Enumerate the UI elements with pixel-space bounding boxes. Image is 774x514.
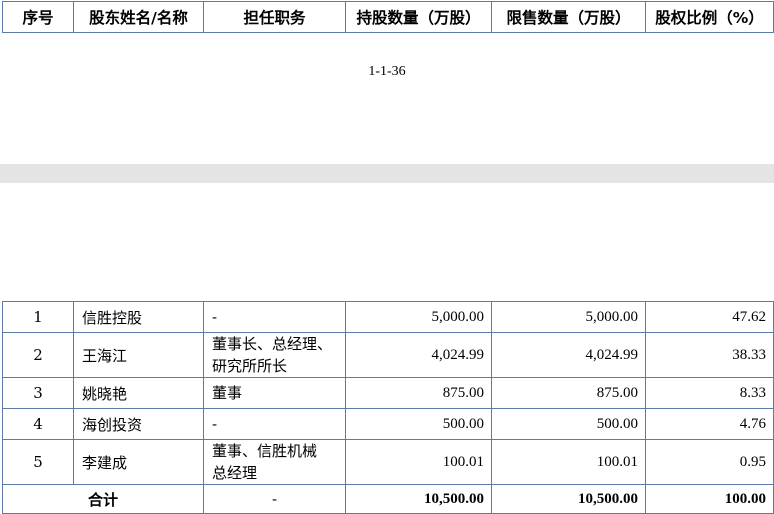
table-row: 5 李建成 董事、信胜机械 总经理 100.01 100.01 0.95 (2, 439, 774, 485)
row-position: 董事 (203, 377, 346, 409)
column-header-shares: 持股数量（万股） (345, 1, 492, 33)
total-restricted: 10,500.00 (491, 484, 646, 514)
total-shares: 10,500.00 (345, 484, 492, 514)
table-row: 4 海创投资 - 500.00 500.00 4.76 (2, 408, 774, 440)
position-line: 董事长、总经理、 (212, 335, 333, 353)
row-restricted: 4,024.99 (491, 332, 646, 378)
row-restricted: 875.00 (491, 377, 646, 409)
row-restricted: 100.01 (491, 439, 646, 485)
total-ratio: 100.00 (645, 484, 774, 514)
row-ratio: 4.76 (645, 408, 774, 440)
position-line: - (212, 415, 218, 433)
shareholder-table: 1 信胜控股 - 5,000.00 5,000.00 47.62 2 王海江 董… (2, 301, 774, 514)
column-header-ratio: 股权比例（%） (645, 1, 774, 33)
row-shares: 100.01 (345, 439, 492, 485)
row-restricted: 500.00 (491, 408, 646, 440)
page-number: 1-1-36 (368, 64, 406, 79)
row-ratio: 0.95 (645, 439, 774, 485)
row-shares: 5,000.00 (345, 301, 492, 333)
column-header-name: 股东姓名/名称 (73, 1, 204, 33)
row-position: - (203, 301, 346, 333)
row-name: 信胜控股 (73, 301, 204, 333)
row-shares: 4,024.99 (345, 332, 492, 378)
position-line: 总经理 (212, 464, 258, 482)
row-no: 1 (2, 301, 74, 333)
column-header-position: 担任职务 (203, 1, 346, 33)
header-row: 序号 股东姓名/名称 担任职务 持股数量（万股） 限售数量（万股） 股权比例（%… (2, 1, 774, 33)
row-position: - (203, 408, 346, 440)
position-line: 董事 (212, 384, 243, 402)
table-row: 2 王海江 董事长、总经理、 研究所所长 4,024.99 4,024.99 3… (2, 332, 774, 378)
position-line: 董事、信胜机械 (212, 442, 318, 460)
row-name: 海创投资 (73, 408, 204, 440)
row-ratio: 8.33 (645, 377, 774, 409)
row-ratio: 38.33 (645, 332, 774, 378)
row-position: 董事长、总经理、 研究所所长 (203, 332, 346, 378)
column-header-no: 序号 (2, 1, 74, 33)
page-break-gap (0, 164, 774, 183)
row-name: 姚晓艳 (73, 377, 204, 409)
row-name: 李建成 (73, 439, 204, 485)
total-label: 合计 (2, 484, 204, 514)
row-ratio: 47.62 (645, 301, 774, 333)
row-no: 3 (2, 377, 74, 409)
position-line: 研究所所长 (212, 357, 288, 375)
row-no: 5 (2, 439, 74, 485)
row-no: 4 (2, 408, 74, 440)
total-position: - (203, 484, 346, 514)
row-no: 2 (2, 332, 74, 378)
total-row: 合计 - 10,500.00 10,500.00 100.00 (2, 484, 774, 514)
row-shares: 500.00 (345, 408, 492, 440)
row-position: 董事、信胜机械 总经理 (203, 439, 346, 485)
position-line: - (212, 308, 218, 326)
table-row: 3 姚晓艳 董事 875.00 875.00 8.33 (2, 377, 774, 409)
column-header-restricted: 限售数量（万股） (491, 1, 646, 33)
row-name: 王海江 (73, 332, 204, 378)
row-shares: 875.00 (345, 377, 492, 409)
table-row: 1 信胜控股 - 5,000.00 5,000.00 47.62 (2, 301, 774, 333)
table-header: 序号 股东姓名/名称 担任职务 持股数量（万股） 限售数量（万股） 股权比例（%… (2, 1, 774, 33)
row-restricted: 5,000.00 (491, 301, 646, 333)
